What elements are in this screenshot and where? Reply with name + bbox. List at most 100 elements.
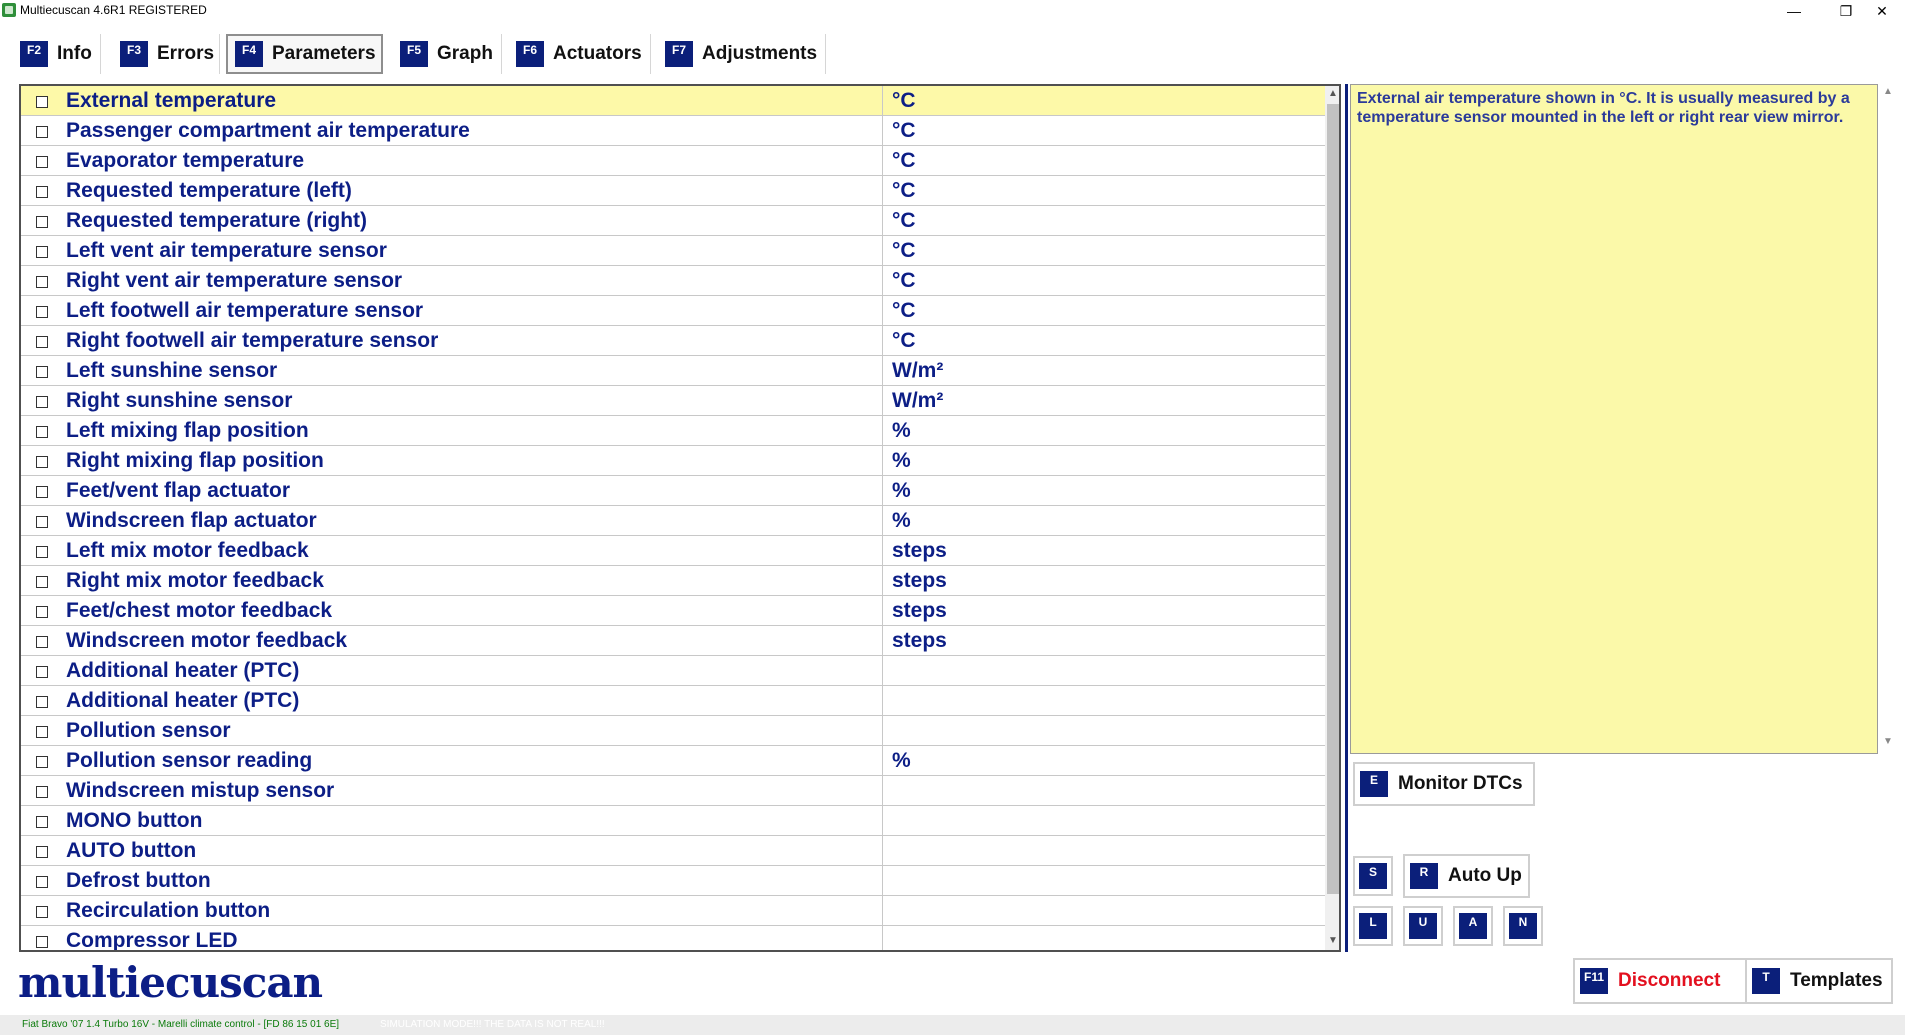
parameter-row[interactable]: Defrost button: [21, 866, 1325, 896]
tab-info[interactable]: F2 Info: [13, 34, 101, 74]
checkbox-icon[interactable]: [36, 636, 48, 648]
checkbox-icon[interactable]: [36, 756, 48, 768]
checkbox-icon[interactable]: [36, 456, 48, 468]
parameter-unit: °C: [892, 149, 916, 172]
checkbox-icon[interactable]: [36, 786, 48, 798]
checkbox-icon[interactable]: [36, 576, 48, 588]
parameter-row[interactable]: Right mix motor feedback steps: [21, 566, 1325, 596]
parameter-row[interactable]: Additional heater (PTC): [21, 656, 1325, 686]
parameter-row[interactable]: Evaporator temperature °C: [21, 146, 1325, 176]
auto-up-button[interactable]: R Auto Up: [1403, 854, 1530, 898]
parameter-row[interactable]: Recirculation button: [21, 896, 1325, 926]
parameter-scrollbar[interactable]: ▲ ▼: [1325, 86, 1339, 950]
parameter-name: Feet/chest motor feedback: [66, 599, 333, 622]
parameter-row[interactable]: Feet/vent flap actuator%: [21, 476, 1325, 506]
app-window: Multiecuscan 4.6R1 REGISTERED — ❐ ✕ F2 I…: [0, 0, 1905, 1035]
parameter-row[interactable]: Right mixing flap position%: [21, 446, 1325, 476]
parameter-unit: steps: [892, 569, 947, 592]
parameter-row[interactable]: Left sunshine sensor W/m²: [21, 356, 1325, 386]
scroll-down-arrow-icon[interactable]: ▼: [1882, 736, 1894, 750]
l-button[interactable]: L: [1353, 906, 1393, 946]
checkbox-icon[interactable]: [36, 666, 48, 678]
tab-actuators[interactable]: F6 Actuators: [509, 34, 651, 74]
parameter-row[interactable]: Windscreen mistup sensor: [21, 776, 1325, 806]
parameter-name: AUTO button: [66, 839, 197, 862]
parameter-row[interactable]: Left mixing flap position%: [21, 416, 1325, 446]
checkbox-icon[interactable]: [36, 366, 48, 378]
tab-label: Actuators: [553, 43, 642, 64]
parameter-row[interactable]: Left vent air temperature sensor °C: [21, 236, 1325, 266]
parameter-row[interactable]: Right footwell air temperature sensor °C: [21, 326, 1325, 356]
parameter-row[interactable]: Left mix motor feedback steps: [21, 536, 1325, 566]
scroll-up-arrow-icon[interactable]: ▲: [1882, 86, 1894, 100]
parameter-value-cell: [882, 236, 1325, 265]
parameter-row[interactable]: Left footwell air temperature sensor °C: [21, 296, 1325, 326]
parameter-name: Pollution sensor reading: [66, 749, 313, 772]
parameter-row[interactable]: Requested temperature (right) °C: [21, 206, 1325, 236]
checkbox-icon[interactable]: [36, 906, 48, 918]
parameter-row[interactable]: Right vent air temperature sensor °C: [21, 266, 1325, 296]
checkbox-icon[interactable]: [36, 876, 48, 888]
parameter-row[interactable]: External temperature °C: [21, 86, 1325, 116]
parameter-row[interactable]: Compressor LED: [21, 926, 1325, 950]
parameter-name: Passenger compartment air temperature: [66, 119, 470, 142]
checkbox-icon[interactable]: [36, 696, 48, 708]
checkbox-icon[interactable]: [36, 546, 48, 558]
checkbox-icon[interactable]: [36, 156, 48, 168]
tab-graph[interactable]: F5 Graph: [393, 34, 502, 74]
parameter-name: Right mixing flap position: [66, 449, 324, 472]
scrollbar-thumb[interactable]: [1327, 104, 1339, 894]
parameter-unit: °C: [892, 239, 916, 262]
checkbox-icon[interactable]: [36, 336, 48, 348]
tab-parameters[interactable]: F4 Parameters: [226, 34, 383, 74]
checkbox-icon[interactable]: [36, 216, 48, 228]
checkbox-icon[interactable]: [36, 246, 48, 258]
parameter-row[interactable]: Pollution sensor: [21, 716, 1325, 746]
parameter-row[interactable]: AUTO button: [21, 836, 1325, 866]
parameter-row[interactable]: Passenger compartment air temperature °C: [21, 116, 1325, 146]
parameter-row[interactable]: Feet/chest motor feedback steps: [21, 596, 1325, 626]
parameter-table[interactable]: External temperature °C Passenger compartm…: [19, 84, 1341, 952]
checkbox-icon[interactable]: [36, 426, 48, 438]
checkbox-icon[interactable]: [36, 606, 48, 618]
s-button[interactable]: S: [1353, 856, 1393, 896]
parameter-row[interactable]: Right sunshine sensor W/m²: [21, 386, 1325, 416]
checkbox-icon[interactable]: [36, 936, 48, 948]
checkbox-icon[interactable]: [36, 306, 48, 318]
parameter-value-cell: [882, 806, 1325, 835]
disconnect-button[interactable]: F11 Disconnect: [1573, 958, 1748, 1004]
parameter-value-cell: [882, 776, 1325, 805]
checkbox-icon[interactable]: [36, 486, 48, 498]
parameter-row[interactable]: MONO button: [21, 806, 1325, 836]
parameter-row[interactable]: Windscreen flap actuator%: [21, 506, 1325, 536]
a-button[interactable]: A: [1453, 906, 1493, 946]
n-button[interactable]: N: [1503, 906, 1543, 946]
checkbox-icon[interactable]: [36, 846, 48, 858]
tab-errors[interactable]: F3 Errors: [113, 34, 220, 74]
u-button[interactable]: U: [1403, 906, 1443, 946]
checkbox-icon[interactable]: [36, 396, 48, 408]
checkbox-icon[interactable]: [36, 186, 48, 198]
scroll-down-arrow-icon[interactable]: ▼: [1327, 934, 1339, 948]
parameter-unit: %: [892, 479, 911, 502]
parameter-row[interactable]: Requested temperature (left) °C: [21, 176, 1325, 206]
monitor-dtcs-button[interactable]: E Monitor DTCs: [1353, 762, 1535, 806]
scroll-up-arrow-icon[interactable]: ▲: [1327, 87, 1339, 101]
checkbox-icon[interactable]: [36, 96, 48, 108]
parameter-name: Right mix motor feedback: [66, 569, 324, 592]
checkbox-icon[interactable]: [36, 276, 48, 288]
tab-adjustments[interactable]: F7 Adjustments: [658, 34, 826, 74]
description-scrollbar[interactable]: ▲ ▼: [1880, 84, 1896, 754]
parameter-row[interactable]: Windscreen motor feedback steps: [21, 626, 1325, 656]
parameter-value-cell: [882, 716, 1325, 745]
templates-button[interactable]: T Templates: [1745, 958, 1893, 1004]
checkbox-icon[interactable]: [36, 816, 48, 828]
minimize-button[interactable]: —: [1771, 0, 1817, 22]
parameter-row[interactable]: Pollution sensor reading%: [21, 746, 1325, 776]
parameter-row[interactable]: Additional heater (PTC): [21, 686, 1325, 716]
checkbox-icon[interactable]: [36, 126, 48, 138]
checkbox-icon[interactable]: [36, 516, 48, 528]
checkbox-icon[interactable]: [36, 726, 48, 738]
button-label: Monitor DTCs: [1398, 773, 1523, 794]
close-button[interactable]: ✕: [1859, 0, 1905, 22]
